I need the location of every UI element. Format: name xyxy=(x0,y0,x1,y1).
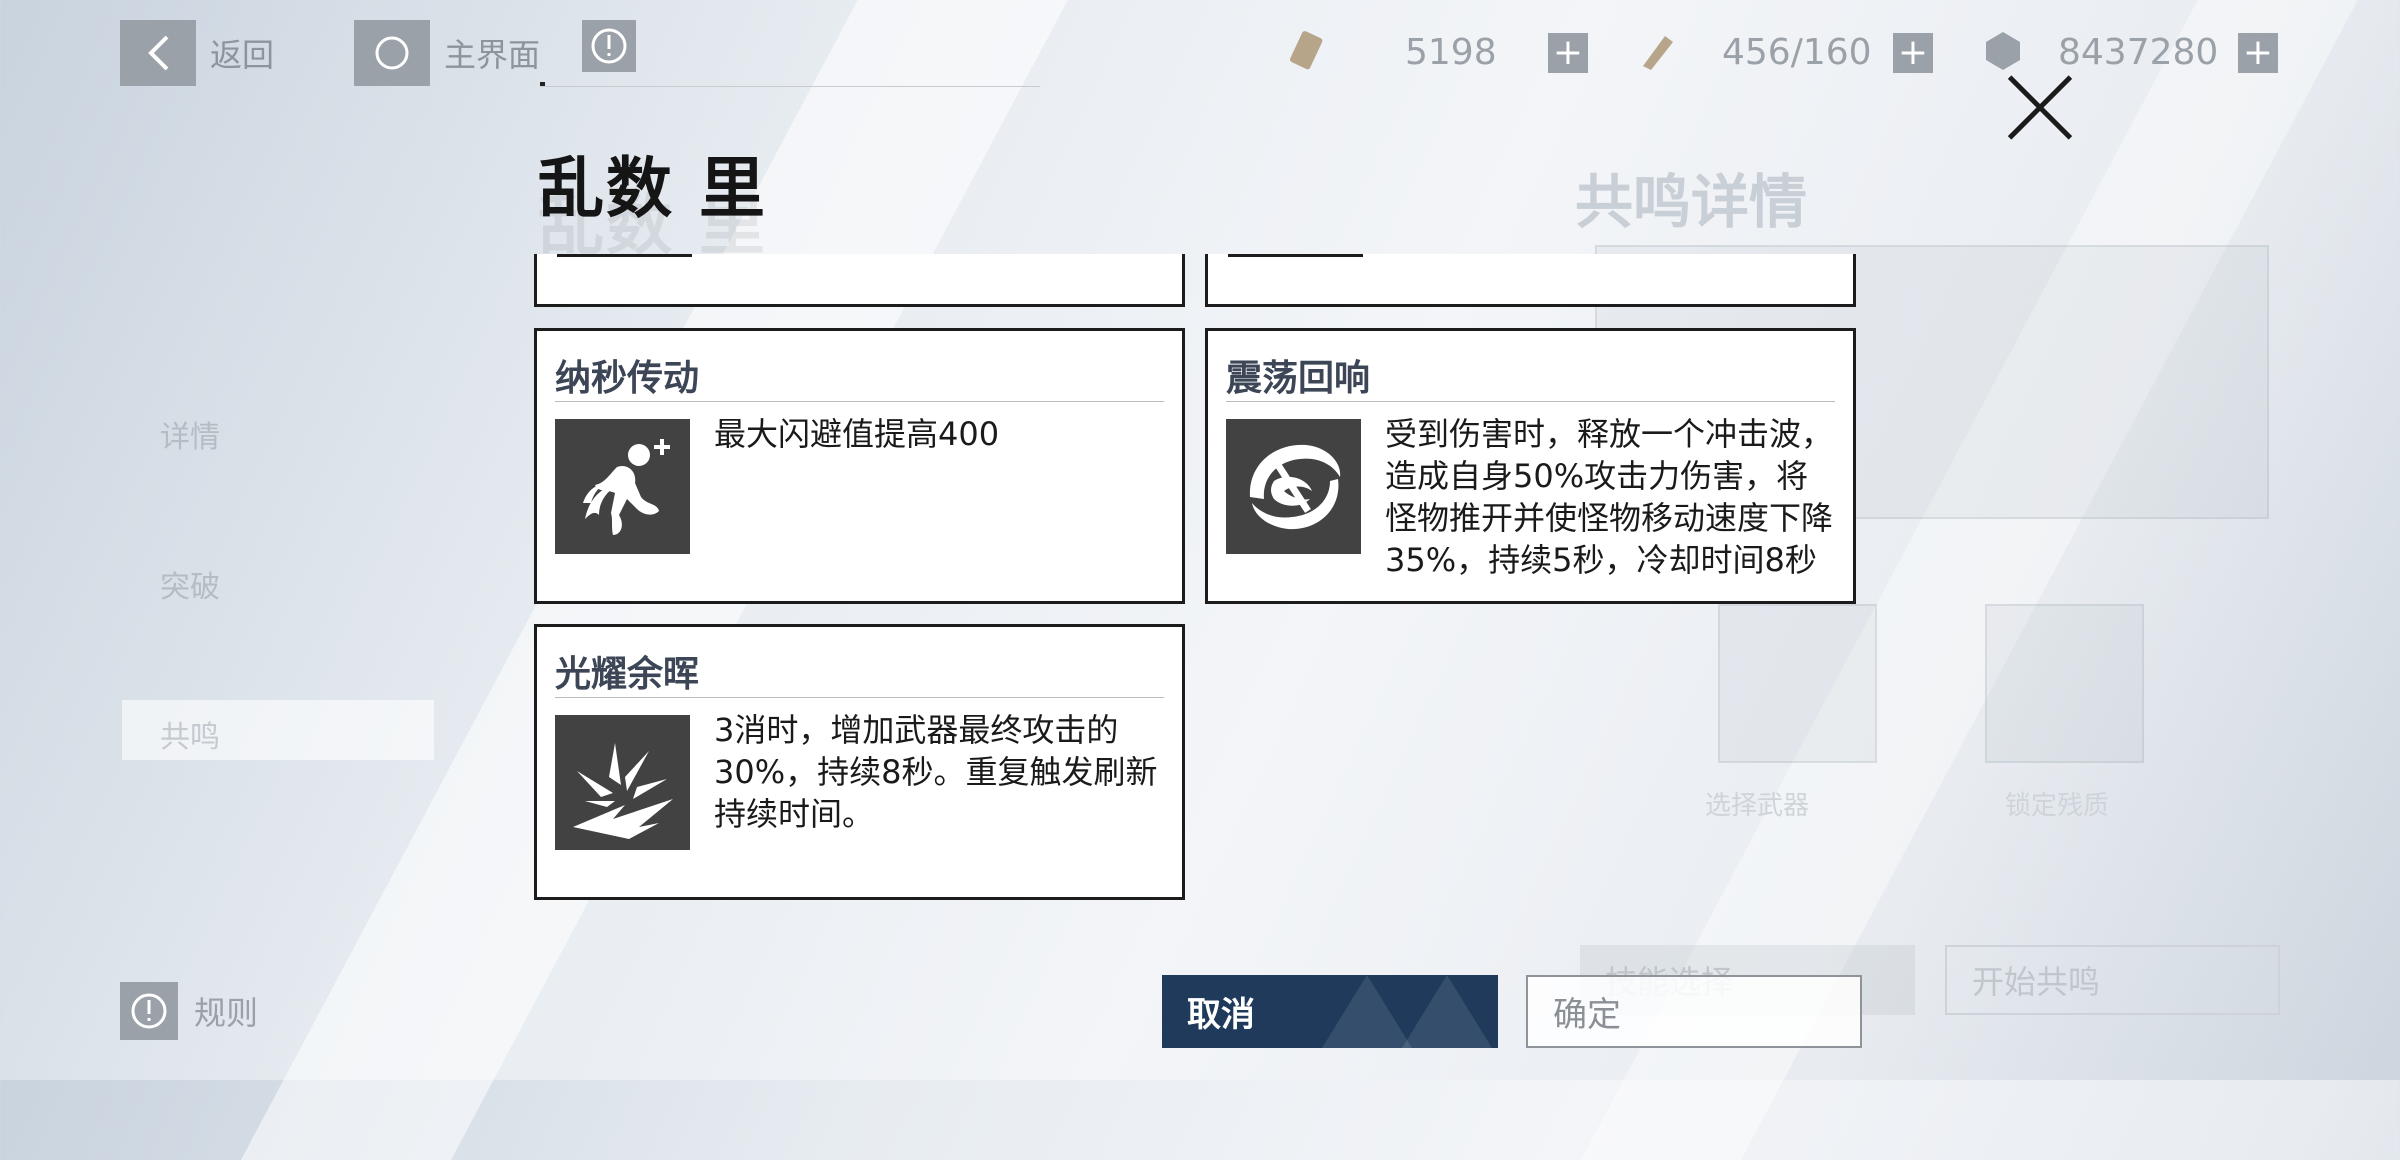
effect-card-partial xyxy=(534,254,1185,307)
resource-value: 8437280 xyxy=(2058,32,2219,73)
effect-name: 光耀余晖 xyxy=(555,654,700,695)
effect-name: 震荡回响 xyxy=(1226,358,1371,399)
decor-triangle xyxy=(1322,975,1412,1048)
cancel-label: 取消 xyxy=(1187,995,1255,1035)
dialog-title: 乱数 里 xyxy=(538,150,767,227)
effect-card[interactable]: 震荡回响 受到伤害时，释放一个冲击波，造成自身50%攻击力伤害，将怪物推开并使怪… xyxy=(1205,328,1856,604)
chevron-left-icon xyxy=(120,20,196,86)
decor-triangle xyxy=(1402,975,1492,1048)
side-tab-details[interactable]: 详情 xyxy=(160,412,220,456)
effect-card[interactable]: 纳秒传动 最大闪避值提高400 xyxy=(534,328,1185,604)
card-divider xyxy=(555,401,1164,402)
resource-value: 5198 xyxy=(1405,32,1497,73)
start-resonance-button[interactable]: 开始共鸣 xyxy=(1945,945,2280,1015)
dodge-figure-icon xyxy=(555,419,690,554)
stamina-icon xyxy=(1635,28,1681,74)
confirm-button[interactable]: 确定 xyxy=(1526,975,1862,1048)
card-title-stub xyxy=(1228,254,1363,257)
back-button[interactable]: 返回 xyxy=(120,20,274,86)
burst-icon xyxy=(555,715,690,850)
bg-panel-title: 共鸣详情 xyxy=(1575,168,1808,236)
exclamation-icon xyxy=(120,982,178,1040)
coin-icon xyxy=(1980,28,2026,74)
effect-description: 3消时，增加武器最终攻击的30%，持续8秒。重复触发刷新持续时间。 xyxy=(714,711,1158,833)
bg-weapon-slot[interactable] xyxy=(1718,604,1877,763)
side-tab-breakthrough[interactable]: 突破 xyxy=(160,562,220,606)
card-title-stub xyxy=(557,254,692,257)
home-label: 主界面 xyxy=(444,36,541,74)
resource-value: 456/160 xyxy=(1722,32,1872,73)
side-tab-resonance[interactable]: 共鸣 xyxy=(160,712,220,756)
home-circle-icon xyxy=(354,20,430,86)
background-screen: 返回 主界面 5198 + 456/160 + 8437280 + 详情 突破 … xyxy=(0,0,2400,1160)
effect-card[interactable]: 光耀余晖 3消时，增加武器最终攻击的30%，持续8秒。重复触发刷新持续时间。 xyxy=(534,624,1185,900)
add-ticket-button[interactable]: + xyxy=(1548,33,1588,73)
rules-label: 规则 xyxy=(194,994,259,1032)
effect-description: 最大闪避值提高400 xyxy=(714,415,1000,453)
close-icon[interactable] xyxy=(2005,72,2075,142)
add-coin-button[interactable]: + xyxy=(2238,33,2278,73)
card-divider xyxy=(555,697,1164,698)
back-label: 返回 xyxy=(210,36,275,74)
cancel-button[interactable]: 取消 xyxy=(1162,975,1498,1048)
effect-card-partial xyxy=(1205,254,1856,307)
add-stamina-button[interactable]: + xyxy=(1893,33,1933,73)
bg-slot-label: 选择武器 xyxy=(1705,791,1810,821)
info-button[interactable] xyxy=(582,20,636,72)
effect-name: 纳秒传动 xyxy=(555,358,700,399)
rules-button[interactable]: 规则 xyxy=(120,982,258,1040)
confirm-label: 确定 xyxy=(1553,995,1621,1035)
shockwave-icon xyxy=(1226,419,1361,554)
bg-residue-slot[interactable] xyxy=(1985,604,2144,763)
card-divider xyxy=(1226,401,1835,402)
exclamation-icon xyxy=(582,20,636,72)
bg-slot-label: 锁定残质 xyxy=(2005,791,2110,821)
home-button[interactable]: 主界面 xyxy=(354,20,540,86)
ticket-icon xyxy=(1285,28,1331,74)
title-divider xyxy=(540,86,1040,87)
effect-description: 受到伤害时，释放一个冲击波，造成自身50%攻击力伤害，将怪物推开并使怪物移动速度… xyxy=(1385,415,1834,579)
